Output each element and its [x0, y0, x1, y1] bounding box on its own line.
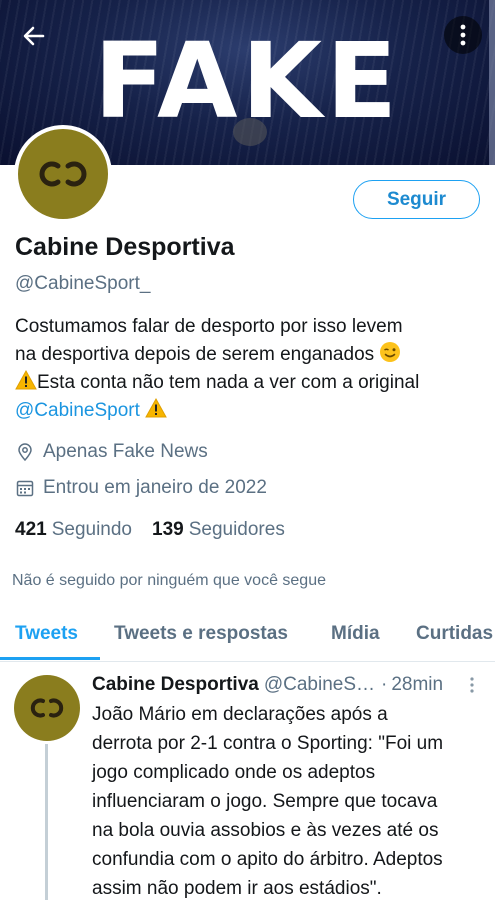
cd-logo-icon: [30, 698, 64, 718]
warning-icon: [15, 369, 37, 390]
tweet-text: João Mário em declarações após a derrota…: [92, 700, 487, 900]
tweet-timestamp[interactable]: 28min: [391, 672, 443, 698]
profile-name: Cabine Desportiva: [15, 233, 235, 261]
tweet-author-handle[interactable]: @CabineS…: [264, 672, 375, 698]
bio-mention-link[interactable]: @CabineSport: [15, 400, 140, 421]
location-pin-icon: [18, 443, 32, 462]
tweet-line: derrota por 2-1 contra o Sporting: "Foi …: [92, 733, 444, 754]
tab-tweets-replies[interactable]: Tweets e respostas: [114, 612, 288, 661]
followers-count: 139: [152, 519, 184, 540]
followers-label: Seguidores: [188, 519, 285, 540]
profile-handle: @CabineSport_: [15, 273, 151, 294]
bio-text: Esta conta não tem nada a ver com a orig…: [37, 372, 420, 393]
following-count: 421: [15, 519, 47, 540]
more-vertical-icon: [470, 677, 474, 693]
follow-button[interactable]: Seguir: [353, 180, 480, 219]
followers-stat[interactable]: 139 Seguidores: [152, 518, 285, 542]
profile-avatar[interactable]: [14, 125, 112, 223]
tweet-line: jogo complicado onde os adeptos: [92, 762, 376, 783]
thread-line: [45, 744, 48, 900]
cd-logo-icon: [39, 161, 87, 187]
not-followed-notice: Não é seguido por ninguém que você segue: [12, 572, 326, 589]
tweet-avatar[interactable]: [14, 675, 80, 741]
back-button[interactable]: [14, 16, 54, 56]
more-vertical-icon: [460, 24, 466, 46]
bio-text: Costumamos falar de desporto por isso le…: [15, 316, 403, 337]
bio-text: na desportiva depois de serem enganados: [15, 344, 375, 365]
bio-line-3: Esta conta não tem nada a ver com a orig…: [15, 369, 485, 397]
tweet-line: confundia com o apito do árbitro. Adepto…: [92, 849, 443, 870]
winking-face-icon: [380, 342, 401, 362]
banner-loading-indicator: [233, 118, 267, 146]
tab-media[interactable]: Mídia: [331, 612, 380, 661]
tweet-line: João Mário em declarações após a: [92, 704, 388, 725]
location-text: Apenas Fake News: [43, 441, 208, 462]
following-label: Seguindo: [51, 519, 132, 540]
tweet-header: Cabine Desportiva @CabineS… · 28min: [92, 672, 482, 698]
following-stat[interactable]: 421 Seguindo: [15, 518, 132, 542]
calendar-icon: [16, 480, 34, 497]
tab-likes[interactable]: Curtidas: [416, 612, 493, 661]
profile-tabs: Tweets Tweets e respostas Mídia Curtidas: [0, 612, 495, 662]
profile-location: Apenas Fake News: [15, 440, 208, 464]
more-options-button[interactable]: [444, 16, 482, 54]
profile-bio: Costumamos falar de desporto por isso le…: [15, 313, 485, 425]
tweet-line: influenciaram o jogo. Sempre que tocava: [92, 791, 438, 812]
active-tab-indicator: [0, 657, 100, 660]
banner-edge: [489, 0, 495, 165]
tweet-more-button[interactable]: [462, 674, 482, 696]
bio-line-2: na desportiva depois de serem enganados: [15, 341, 485, 369]
joined-text: Entrou em janeiro de 2022: [43, 477, 267, 498]
profile-joined: Entrou em janeiro de 2022: [15, 476, 267, 500]
tweet-line: na bola ouvia assobios e às vezes até os: [92, 820, 439, 841]
tweet-author-name[interactable]: Cabine Desportiva: [92, 672, 259, 698]
arrow-left-icon: [23, 26, 45, 46]
tweet-separator: ·: [381, 674, 388, 695]
bio-line-4: @CabineSport: [15, 397, 485, 425]
bio-line-1: Costumamos falar de desporto por isso le…: [15, 313, 485, 341]
warning-icon: [145, 397, 168, 418]
profile-stats: 421 Seguindo 139 Seguidores: [15, 518, 305, 542]
tab-tweets[interactable]: Tweets: [15, 612, 78, 661]
tweet-line: assim não podem ir aos estádios".: [92, 878, 382, 899]
